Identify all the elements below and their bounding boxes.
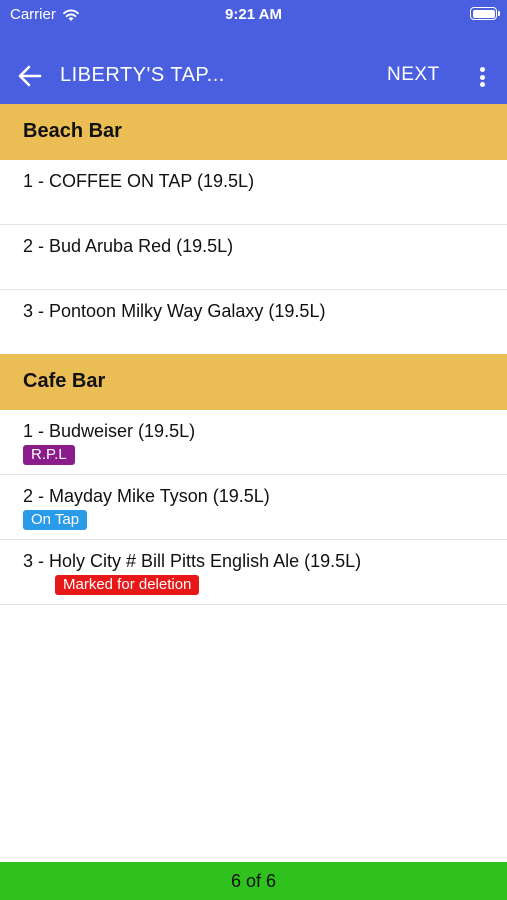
status-time: 9:21 AM (225, 6, 282, 23)
page-title: LIBERTY'S TAP... (60, 64, 225, 86)
list-item[interactable]: 1 - COFFEE ON TAP (19.5L) (0, 160, 507, 225)
status-bar: Carrier 9:21 AM (0, 0, 507, 28)
list-item-label: 2 - Mayday Mike Tyson (19.5L) (23, 486, 270, 506)
list-item[interactable]: 1 - Budweiser (19.5L) R.P.L (0, 410, 507, 475)
list-item-label: 1 - Budweiser (19.5L) (23, 421, 196, 441)
section-title: Cafe Bar (23, 370, 106, 392)
list-item-label: 3 - Pontoon Milky Way Galaxy (19.5L) (23, 301, 326, 321)
section-title: Beach Bar (23, 120, 122, 142)
list-item-label: 3 - Holy City # Bill Pitts English Ale (… (23, 551, 362, 571)
list-item[interactable]: 3 - Pontoon Milky Way Galaxy (19.5L) (0, 290, 507, 355)
more-options-icon[interactable] (470, 63, 494, 91)
list-item-label: 1 - COFFEE ON TAP (19.5L) (23, 171, 255, 191)
section-header-beach-bar: Beach Bar (0, 104, 507, 160)
battery-icon (470, 7, 500, 20)
top-bar: Carrier 9:21 AM LIBERTY'S TAP... NEXT (0, 0, 507, 104)
app-bar: LIBERTY'S TAP... NEXT (0, 50, 507, 104)
section-header-cafe-bar: Cafe Bar (0, 354, 507, 410)
list-item-label: 2 - Bud Aruba Red (19.5L) (23, 236, 234, 256)
list-item[interactable]: 3 - Holy City # Bill Pitts English Ale (… (0, 540, 507, 605)
list-item[interactable]: 2 - Mayday Mike Tyson (19.5L) On Tap (0, 475, 507, 540)
next-button[interactable]: NEXT (387, 64, 440, 86)
list-item[interactable]: 2 - Bud Aruba Red (19.5L) (0, 225, 507, 290)
back-arrow-icon[interactable] (16, 62, 44, 90)
page-indicator-bar: 6 of 6 (0, 862, 507, 900)
status-badge: R.P.L (23, 445, 75, 465)
status-badge: Marked for deletion (55, 575, 200, 595)
status-badge: On Tap (23, 510, 88, 530)
page-indicator: 6 of 6 (230, 871, 277, 891)
